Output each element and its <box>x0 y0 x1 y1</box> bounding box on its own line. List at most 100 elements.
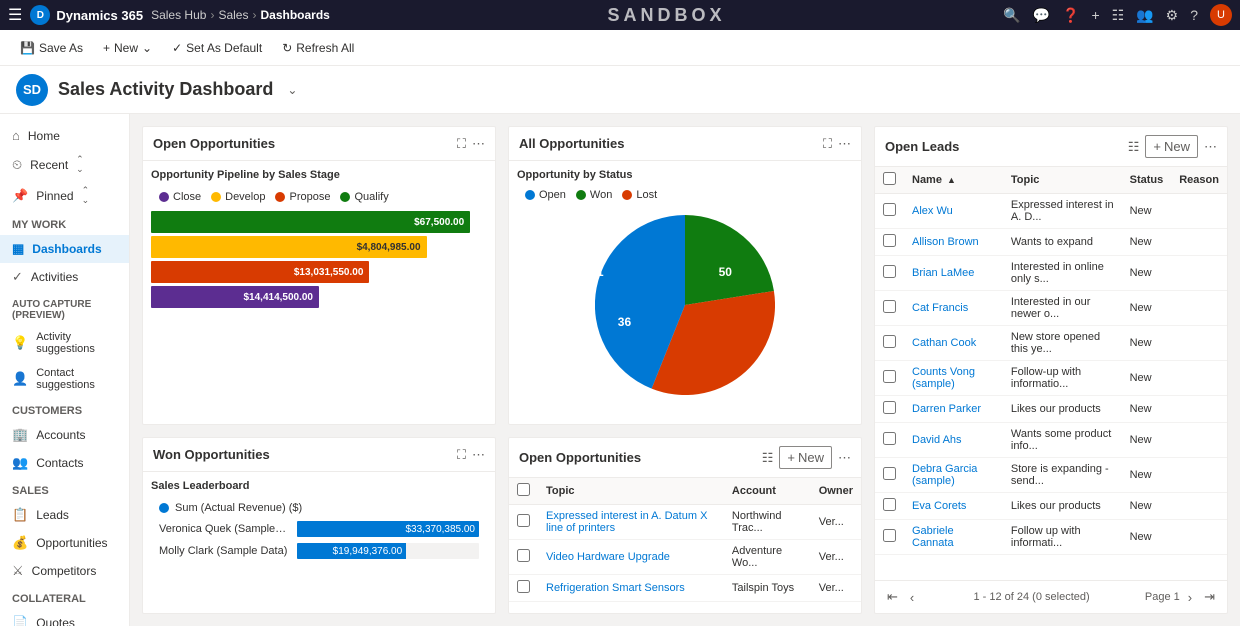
leads-row-check[interactable] <box>883 370 896 383</box>
opp-row-check[interactable] <box>517 514 530 527</box>
chevron-up2-icon[interactable]: ⌃ <box>82 186 90 195</box>
leads-name-link[interactable]: Allison Brown <box>912 236 979 248</box>
leads-select-all[interactable] <box>883 172 896 185</box>
leads-cell-name[interactable]: Darren Parker <box>904 396 1003 423</box>
leads-cell-check[interactable] <box>875 423 904 458</box>
open-opp-bottom-new-button[interactable]: + New <box>779 446 832 469</box>
opp-row-check[interactable] <box>517 549 530 562</box>
pagination-first-button[interactable]: ⇤ <box>883 587 902 607</box>
chat-icon[interactable]: 💬 <box>1033 7 1050 24</box>
opp-col-account[interactable]: Account <box>724 478 811 505</box>
pagination-next-button[interactable]: › <box>1184 588 1196 607</box>
leads-row-check[interactable] <box>883 300 896 313</box>
all-opp-menu-icon[interactable]: ⋯ <box>838 136 851 152</box>
open-opp-expand-icon[interactable]: ⛶ <box>457 136 466 152</box>
chevron-down-icon[interactable]: ⌄ <box>76 165 84 174</box>
leads-name-link[interactable]: Debra Garcia (sample) <box>912 463 977 487</box>
search-icon[interactable]: 🔍 <box>1003 7 1020 24</box>
leads-cell-check[interactable] <box>875 194 904 229</box>
refresh-all-button[interactable]: ↻ Refresh All <box>274 37 362 59</box>
leads-cell-check[interactable] <box>875 326 904 361</box>
leads-col-check[interactable] <box>875 167 904 194</box>
leads-cell-check[interactable] <box>875 493 904 520</box>
leads-name-link[interactable]: Eva Corets <box>912 500 966 512</box>
sidebar-item-contact-suggestions[interactable]: 👤 Contact suggestions <box>0 361 129 397</box>
leads-name-link[interactable]: Alex Wu <box>912 205 953 217</box>
opp-topic-link[interactable]: Video Hardware Upgrade <box>546 551 670 563</box>
pagination-last-button[interactable]: ⇥ <box>1200 587 1219 607</box>
leads-cell-check[interactable] <box>875 396 904 423</box>
sidebar-item-home[interactable]: ⌂ Home <box>0 122 129 149</box>
menu-icon[interactable]: ☰ <box>8 5 22 25</box>
breadcrumb-sales[interactable]: Sales <box>218 8 248 22</box>
leads-cell-name[interactable]: Counts Vong (sample) <box>904 361 1003 396</box>
leads-cell-name[interactable]: Allison Brown <box>904 229 1003 256</box>
teams-icon[interactable]: 👥 <box>1136 7 1153 24</box>
opp-cell-topic[interactable]: Expressed interest in A. Datum X line of… <box>538 505 724 540</box>
opp-topic-link[interactable]: Refrigeration Smart Sensors <box>546 582 685 594</box>
opp-cell-topic[interactable]: Video Hardware Upgrade <box>538 540 724 575</box>
leads-cell-check[interactable] <box>875 256 904 291</box>
sidebar-item-contacts[interactable]: 👥 Contacts <box>0 449 129 477</box>
leads-cell-name[interactable]: Alex Wu <box>904 194 1003 229</box>
open-leads-new-button[interactable]: + New <box>1145 135 1198 158</box>
sidebar-item-activity-suggestions[interactable]: 💡 Activity suggestions <box>0 325 129 361</box>
sidebar-item-accounts[interactable]: 🏢 Accounts <box>0 421 129 449</box>
open-leads-menu-icon[interactable]: ⋯ <box>1204 139 1217 155</box>
help-icon[interactable]: ❓ <box>1062 7 1079 24</box>
opp-col-topic[interactable]: Topic <box>538 478 724 505</box>
all-opp-expand-icon[interactable]: ⛶ <box>823 136 832 152</box>
leads-name-link[interactable]: Darren Parker <box>912 403 981 415</box>
opp-cell-check[interactable] <box>509 540 538 575</box>
leads-cell-check[interactable] <box>875 229 904 256</box>
leads-row-check[interactable] <box>883 467 896 480</box>
sidebar-item-dashboards[interactable]: ▦ Dashboards <box>0 235 129 263</box>
opp-topic-link[interactable]: Expressed interest in A. Datum X line of… <box>546 510 707 534</box>
sidebar-item-leads[interactable]: 📋 Leads <box>0 501 129 529</box>
leads-cell-name[interactable]: Debra Garcia (sample) <box>904 458 1003 493</box>
opp-select-all[interactable] <box>517 483 530 496</box>
leads-name-link[interactable]: David Ahs <box>912 434 962 446</box>
sidebar-item-pinned[interactable]: 📌 Pinned ⌃ ⌄ <box>0 180 129 211</box>
leads-row-check[interactable] <box>883 529 896 542</box>
pie-slice-won[interactable] <box>685 215 774 305</box>
leads-cell-check[interactable] <box>875 291 904 326</box>
leads-name-link[interactable]: Gabriele Cannata <box>912 525 954 549</box>
open-leads-filter-icon[interactable]: ☷ <box>1128 139 1140 155</box>
pagination-prev-button[interactable]: ‹ <box>906 588 918 607</box>
sidebar-item-activities[interactable]: ✓ Activities <box>0 263 129 291</box>
leads-name-link[interactable]: Counts Vong (sample) <box>912 366 975 390</box>
leads-cell-name[interactable]: Gabriele Cannata <box>904 520 1003 555</box>
won-opp-expand-icon[interactable]: ⛶ <box>457 447 466 463</box>
open-opp-bottom-menu-icon[interactable]: ⋯ <box>838 450 851 466</box>
leads-row-check[interactable] <box>883 234 896 247</box>
breadcrumb-dashboards[interactable]: Dashboards <box>260 8 329 22</box>
opp-cell-topic[interactable]: Refrigeration Smart Sensors <box>538 575 724 602</box>
set-as-default-button[interactable]: ✓ Set As Default <box>164 37 270 59</box>
leads-cell-check[interactable] <box>875 361 904 396</box>
won-opp-menu-icon[interactable]: ⋯ <box>472 447 485 463</box>
plus-icon[interactable]: + <box>1091 7 1099 23</box>
leads-cell-name[interactable]: Eva Corets <box>904 493 1003 520</box>
chevron-down2-icon[interactable]: ⌄ <box>82 196 90 205</box>
leads-row-check[interactable] <box>883 401 896 414</box>
leads-cell-name[interactable]: David Ahs <box>904 423 1003 458</box>
leads-col-status[interactable]: Status <box>1122 167 1172 194</box>
chevron-up-icon[interactable]: ⌃ <box>76 155 84 164</box>
leads-cell-check[interactable] <box>875 458 904 493</box>
leads-row-check[interactable] <box>883 432 896 445</box>
leads-cell-name[interactable]: Cat Francis <box>904 291 1003 326</box>
leads-name-link[interactable]: Cathan Cook <box>912 337 976 349</box>
leads-cell-check[interactable] <box>875 520 904 555</box>
leads-row-check[interactable] <box>883 335 896 348</box>
leads-col-name[interactable]: Name ▲ <box>904 167 1003 194</box>
leads-row-check[interactable] <box>883 203 896 216</box>
save-as-button[interactable]: 💾 Save As <box>12 37 91 59</box>
open-opp-bottom-filter-icon[interactable]: ☷ <box>762 450 774 466</box>
leads-row-check[interactable] <box>883 265 896 278</box>
filter-icon[interactable]: ☷ <box>1112 7 1125 24</box>
opp-col-owner[interactable]: Owner <box>811 478 861 505</box>
leads-col-reason[interactable]: Reason <box>1171 167 1227 194</box>
breadcrumb-sales-hub[interactable]: Sales Hub <box>151 8 206 22</box>
sidebar-item-competitors[interactable]: ⚔ Competitors <box>0 557 129 585</box>
